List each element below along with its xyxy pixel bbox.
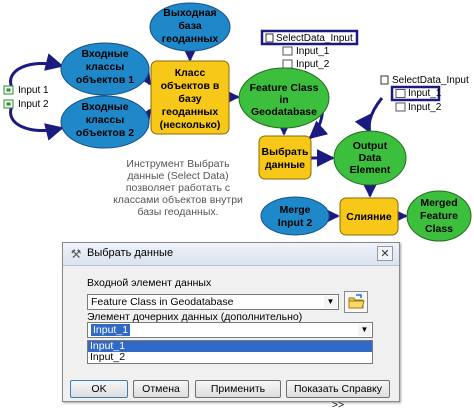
dialog-titlebar[interactable]: ⚒ Выбрать данные ✕ (63, 243, 399, 266)
ok-button[interactable]: OK (70, 380, 128, 398)
input-element-combo[interactable]: Feature Class in Geodatabase ▼ (87, 294, 339, 310)
dropdown-option-input2[interactable]: Input_2 (88, 352, 372, 363)
input1-label: Input 1 (18, 85, 49, 96)
merge-in2-line-1: Merge (280, 204, 311, 216)
param-a-db-icon (265, 33, 274, 43)
input-element-value: Feature Class in Geodatabase (91, 296, 234, 308)
out-line-1: Output (353, 140, 388, 152)
hammer-icon: ⚒ (70, 247, 82, 261)
select-line-1: Выбрать (262, 146, 309, 158)
input-classes-2-node[interactable]: Входные классы объектов 2 (60, 95, 150, 149)
gdb-line-3: геоданных (162, 33, 219, 45)
desc-line-4: классами объектов внутри (113, 194, 243, 206)
tool-merge[interactable]: Слияние (339, 197, 399, 236)
desc-line-5: базы геоданных. (137, 206, 218, 218)
gdb-line-2: база (178, 20, 202, 32)
out-line-2: Data (359, 152, 382, 164)
folder-icon (348, 294, 365, 309)
param-a-item2-icon (282, 59, 293, 69)
class2-line-2: классы (86, 114, 125, 126)
fcgdb-line-2: in (279, 94, 288, 106)
class2-line-3: объектов 2 (76, 127, 134, 139)
input-element-label: Входной элемент данных (87, 277, 212, 289)
apply-button[interactable]: Применить (195, 380, 281, 398)
output-data-element-node[interactable]: Output Data Element (333, 130, 407, 186)
child-element-value: Input_1 (91, 324, 131, 336)
close-icon: ✕ (380, 248, 390, 260)
param-b-db-icon (380, 75, 389, 85)
merged-line-1: Merged (420, 197, 457, 209)
desc-line-3: позволяет работать с (126, 182, 230, 194)
param-a-item1-icon (282, 46, 293, 56)
chevron-down-icon: ▼ (324, 296, 337, 308)
select-data-dialog: ⚒ Выбрать данные ✕ Входной элемент данны… (62, 242, 400, 411)
merged-line-2: Feature (420, 210, 458, 222)
dropdown-option-input1[interactable]: Input_1 (88, 341, 372, 352)
connector-selparam2-output (354, 97, 384, 134)
fcgdb-line-1: Feature Class (250, 82, 319, 94)
select-data-param-a[interactable]: SelectData_Input Input_1 Input_2 (260, 29, 359, 70)
param-a-item-1: Input_1 (296, 46, 330, 57)
merge-input2-node[interactable]: Merge Input 2 (260, 196, 330, 236)
desc-line-2: данные (Select Data) (127, 170, 228, 182)
merge-tool-label: Слияние (346, 211, 392, 223)
param-b-item1-icon (395, 89, 406, 98)
param-b-item2-icon (395, 102, 406, 112)
tool-line-2: объектов в (161, 80, 220, 92)
tool-feature-classes-to-gdb[interactable]: Класс объектов в базу геоданных (несколь… (150, 60, 230, 135)
select-data-param-b[interactable]: SelectData_Input Input_1 Input_2 (380, 75, 469, 113)
connector-class1-tool (133, 65, 152, 86)
class1-line-2: классы (86, 61, 125, 73)
input2-label: Input 2 (18, 99, 49, 110)
show-help-button[interactable]: Показать Справку >> (286, 380, 390, 411)
child-element-combo[interactable]: Input_1 ▼ (87, 322, 373, 338)
class1-line-1: Входные (81, 48, 128, 60)
gdb-line-1: Выходная (163, 7, 216, 19)
param-a-item-2: Input_2 (296, 59, 330, 70)
tool-select-data[interactable]: Выбрать данные (258, 135, 312, 180)
close-button[interactable]: ✕ (377, 246, 393, 261)
param-b-label: SelectData_Input (392, 75, 469, 86)
child-element-dropdown[interactable]: Input_1 Input_2 (87, 340, 373, 364)
input2-node[interactable]: Input 2 (3, 99, 49, 110)
desc-line-1: Инструмент Выбрать (126, 158, 230, 170)
merge-in2-line-2: Input 2 (278, 217, 313, 229)
param-a-label: SelectData_Input (276, 33, 353, 44)
tool-description: Инструмент Выбрать данные (Select Data) … (113, 158, 243, 218)
tool-line-4: геоданных (162, 106, 219, 118)
select-line-2: данные (265, 159, 305, 171)
input1-node[interactable]: Input 1 (3, 85, 49, 96)
chevron-down-icon: ▼ (358, 324, 371, 336)
class2-line-1: Входные (81, 101, 128, 113)
input-classes-1-node[interactable]: Входные классы объектов 1 (60, 42, 150, 96)
param-b-item-1: Input_1 (408, 88, 442, 99)
class1-line-3: объектов 1 (76, 74, 134, 86)
fcgdb-line-3: Geodatabase (251, 106, 317, 118)
out-line-3: Element (350, 164, 391, 176)
cancel-button[interactable]: Отмена (133, 380, 189, 398)
feature-class-in-gdb-node[interactable]: Feature Class in Geodatabase (238, 67, 330, 129)
tool-line-3: базу (178, 93, 201, 105)
tool-line-5: (несколько) (160, 119, 221, 131)
merged-feature-class-node[interactable]: Merged Feature Class (406, 190, 472, 242)
browse-button[interactable] (344, 291, 368, 313)
output-geodatabase-node[interactable]: Выходная база геоданных (149, 2, 231, 52)
tool-line-1: Класс (175, 67, 206, 79)
merged-line-3: Class (425, 223, 453, 235)
param-b-item-2: Input_2 (408, 102, 442, 113)
dialog-title: Выбрать данные (87, 247, 174, 259)
